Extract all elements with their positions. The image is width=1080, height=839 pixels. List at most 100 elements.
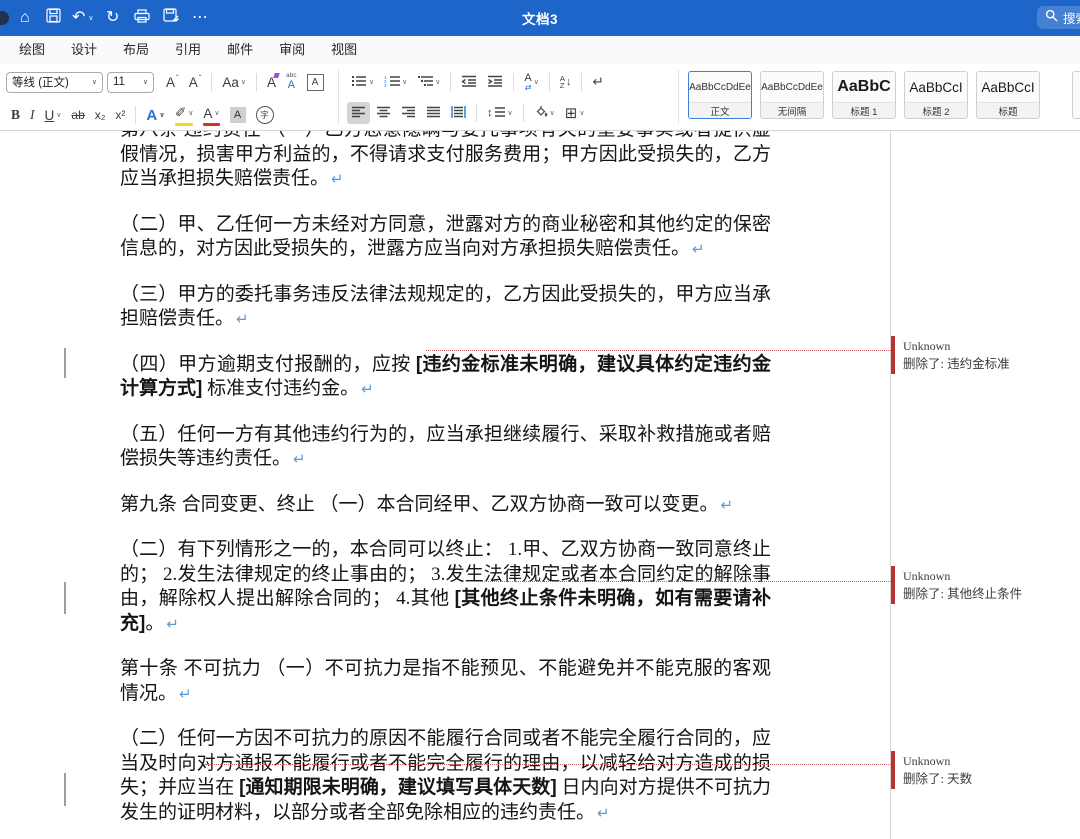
style-card-heading2[interactable]: AaBbCcI 标题 2 (904, 71, 968, 119)
search-input[interactable]: 搜索 (1037, 6, 1080, 29)
font-color-bar (203, 123, 219, 126)
style-card-title[interactable]: AaBbCcI 标题 (976, 71, 1040, 119)
clear-formatting-button[interactable]: A (263, 71, 280, 93)
font-size-combo[interactable]: 11 ∨ (107, 72, 154, 93)
tab-references[interactable]: 引用 (162, 36, 214, 64)
superscript-button[interactable]: x² (111, 104, 129, 126)
decrease-indent-button[interactable] (457, 71, 481, 93)
tab-mailings[interactable]: 邮件 (214, 36, 266, 64)
style-sample: AaBbC (833, 72, 895, 102)
text-run: 。 (145, 613, 164, 634)
text-effects-button[interactable]: A ∨ (142, 104, 169, 126)
align-left-icon (351, 106, 366, 121)
divider (135, 106, 136, 124)
paragraph[interactable]: （二）有下列情形之一的，本合同可以终止： 1.甲、乙双方协商一致同意终止的； 2… (120, 538, 771, 636)
character-border-button[interactable]: A (303, 71, 328, 93)
paragraph[interactable]: （二）任何一方因不可抗力的原因不能履行合同或者不能完全履行合同的，应当及时向对方… (120, 727, 771, 825)
paragraph[interactable]: 第十条 不可抗力 （一）不可抗力是指不能预见、不能避免并不能克服的客观情况。↵ (120, 657, 771, 706)
highlight-color-button[interactable]: ✐ ∨ (171, 102, 197, 128)
subscript-button[interactable]: x₂ (91, 104, 110, 126)
chevron-down-icon: ∨ (143, 78, 148, 86)
divider (523, 104, 524, 122)
paragraph-mark: ↵ (597, 804, 610, 822)
revision-author: Unknown (903, 752, 1075, 770)
style-card-no-spacing[interactable]: AaBbCcDdEe 无间隔 (760, 71, 824, 119)
asian-layout-button[interactable]: A ⇄ ∨ (520, 71, 542, 93)
changed-lines-bar (64, 348, 66, 378)
tab-view[interactable]: 视图 (318, 36, 370, 64)
underline-button[interactable]: U ∨ (41, 104, 66, 126)
character-shading-button[interactable]: A (226, 104, 250, 126)
tab-design[interactable]: 设计 (58, 36, 110, 64)
paragraph-mark: ↵ (331, 170, 344, 188)
document-text[interactable]: 第八条 违约责任 （一）乙方恶意隐瞒与委托事项有关的重要事实或者提供虚假情况，损… (120, 131, 771, 839)
italic-button[interactable]: I (26, 104, 39, 126)
chevron-down-icon: ∨ (579, 109, 584, 117)
svg-text:3: 3 (384, 83, 387, 87)
phonetic-guide-button[interactable]: abc A (282, 71, 300, 93)
align-left-button[interactable] (347, 102, 370, 124)
font-name-combo[interactable]: 等线 (正文) ∨ (6, 72, 103, 93)
enclose-characters-button[interactable]: 字 (252, 104, 278, 126)
bullet-list-button[interactable]: ∨ (347, 71, 378, 93)
divider (581, 73, 582, 91)
document-title: 文档3 (0, 0, 1080, 36)
revision-annotation[interactable]: Unknown 删除了: 其他终止条件 (903, 567, 1075, 603)
line-break-button[interactable]: ↵ (588, 71, 607, 93)
distribute-text-icon (451, 106, 466, 121)
paragraph[interactable]: （二）甲、乙任何一方未经对方同意，泄露对方的商业秘密和其他约定的保密信息的，对方… (120, 213, 771, 262)
align-right-button[interactable] (397, 102, 420, 124)
divider (211, 73, 212, 91)
paragraph-mark: ↵ (166, 615, 179, 633)
text-run: 标准支付违约金。 (202, 378, 359, 399)
paragraph[interactable]: （四）甲方逾期支付报酬的，应按 [违约金标准未明确，建议具体约定违约金计算方式]… (120, 353, 771, 402)
paragraph[interactable]: （五）任何一方有其他违约行为的，应当承担继续履行、采取补救措施或者赔偿损失等违约… (120, 423, 771, 472)
line-break-icon: ↵ (592, 74, 603, 90)
revision-annotation[interactable]: Unknown 删除了: 违约金标准 (903, 337, 1075, 373)
borders-button[interactable]: ⊞ ∨ (561, 102, 589, 124)
chevron-down-icon: ∨ (508, 109, 513, 117)
shading-button[interactable]: ∨ (530, 102, 559, 124)
bold-button[interactable]: B (7, 104, 24, 126)
style-sample: AaBbCcI (905, 72, 967, 102)
change-case-icon: Aa (222, 75, 239, 90)
paragraph[interactable]: （三）甲方的委托事务违反法律法规规定的，乙方因此受损失的，甲方应当承担赔偿责任。… (120, 283, 771, 332)
chevron-down-icon: ∨ (188, 109, 193, 117)
revision-annotation[interactable]: Unknown 删除了: 天数 (903, 752, 1075, 788)
font-name-value: 等线 (正文) (12, 74, 69, 90)
align-center-button[interactable] (372, 102, 395, 124)
justify-button[interactable] (422, 102, 445, 124)
strikethrough-button[interactable]: ab (67, 104, 88, 126)
revision-bar (891, 566, 895, 604)
shrink-font-button[interactable]: Aˇ (185, 71, 206, 93)
font-color-button[interactable]: A ∨ (199, 102, 223, 128)
distribute-text-button[interactable] (447, 102, 470, 124)
line-spacing-button[interactable]: ↕ ∨ (483, 102, 517, 124)
revision-note-run: [通知期限未明确，建议填写具体天数] (239, 777, 557, 798)
paragraph-mark: ↵ (293, 450, 306, 468)
change-case-button[interactable]: Aa ∨ (218, 71, 250, 93)
multilevel-list-button[interactable]: ∨ (413, 71, 444, 93)
style-card-heading1[interactable]: AaBbC 标题 1 (832, 71, 896, 119)
text-effects-icon: A (146, 107, 157, 124)
style-sample: AaBbCcDdEe (689, 72, 751, 102)
paint-bucket-icon (534, 105, 548, 121)
tab-review[interactable]: 审阅 (266, 36, 318, 64)
paragraph[interactable]: 第八条 违约责任 （一）乙方恶意隐瞒与委托事项有关的重要事实或者提供虚假情况，损… (120, 131, 771, 192)
style-card-next-partial[interactable] (1072, 71, 1080, 119)
phonetic-guide-icon: abc A (286, 73, 296, 91)
paragraph[interactable]: 第九条 合同变更、终止 （一）本合同经甲、乙双方协商一致可以变更。↵ (120, 493, 771, 518)
underline-icon: U (45, 108, 55, 123)
increase-indent-button[interactable] (483, 71, 507, 93)
divider (476, 104, 477, 122)
grow-font-button[interactable]: Aˆ (162, 71, 183, 93)
revision-bar (891, 336, 895, 374)
tab-draw[interactable]: 绘图 (6, 36, 58, 64)
text-run: （三）甲方的委托事务违反法律法规规定的，乙方因此受损失的，甲方应当承担赔偿责任。 (120, 284, 771, 330)
tab-layout[interactable]: 布局 (110, 36, 162, 64)
style-card-normal[interactable]: AaBbCcDdEe 正文 (688, 71, 752, 119)
sort-button[interactable]: AZ ↓ (556, 71, 576, 93)
shrink-font-mark: ˇ (199, 74, 202, 83)
numbered-list-button[interactable]: 123 ∨ (380, 71, 411, 93)
search-placeholder: 搜索 (1063, 8, 1080, 27)
